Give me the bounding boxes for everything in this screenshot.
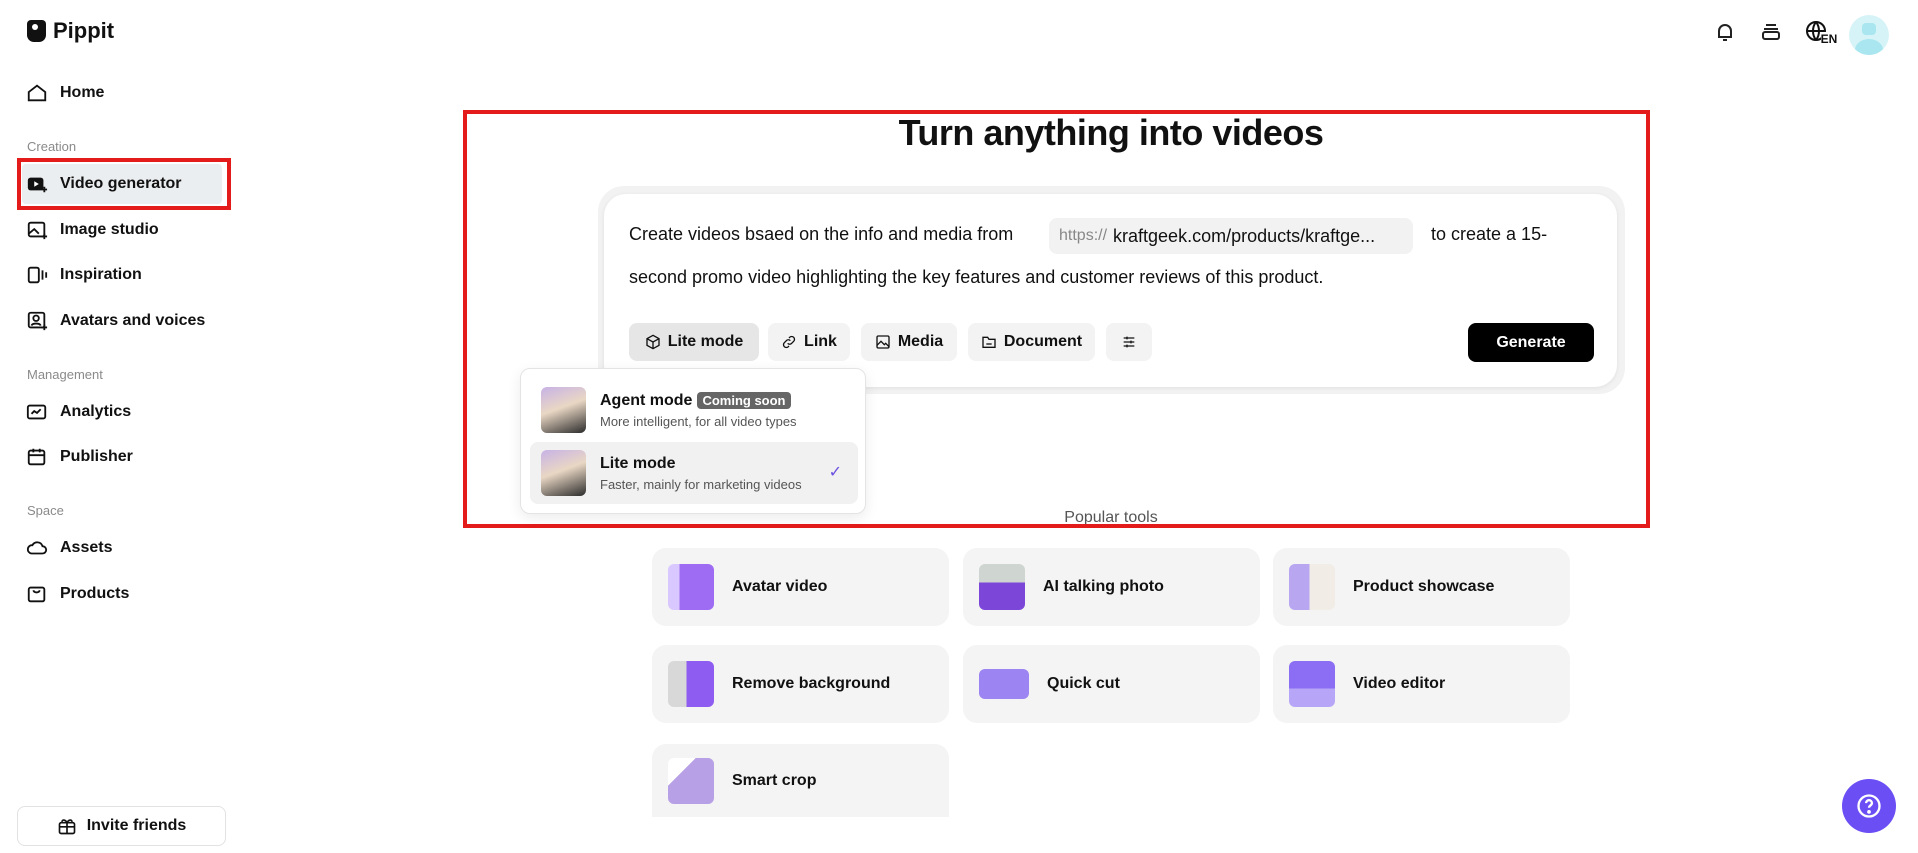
language-button[interactable]: EN — [1803, 18, 1839, 46]
agent-mode-thumbnail — [541, 387, 586, 433]
sidebar-item-publisher[interactable]: Publisher — [22, 437, 227, 477]
coming-soon-badge: Coming soon — [697, 392, 791, 409]
tool-ai-talking-photo[interactable]: AI talking photo — [963, 548, 1260, 626]
invite-friends-button[interactable]: Invite friends — [17, 806, 226, 846]
wallet-icon — [1762, 24, 1780, 40]
tool-smart-crop[interactable]: Smart crop — [652, 744, 949, 817]
sidebar-item-assets[interactable]: Assets — [22, 528, 227, 568]
mode-selector-button[interactable]: Lite mode — [629, 323, 759, 361]
link-icon — [782, 335, 796, 349]
home-icon — [27, 84, 47, 102]
cube-icon — [646, 334, 660, 350]
tool-product-showcase[interactable]: Product showcase — [1273, 548, 1570, 626]
video-generator-icon — [27, 177, 48, 193]
sidebar-item-products[interactable]: Products — [22, 574, 227, 614]
help-icon — [1857, 794, 1881, 818]
sidebar-item-home[interactable]: Home — [22, 73, 227, 113]
page-title: Turn anything into videos — [898, 112, 1324, 153]
prompt-text: second promo video highlighting the key … — [629, 267, 1324, 287]
cloud-icon — [26, 541, 48, 555]
sidebar-item-inspiration[interactable]: Inspiration — [22, 255, 227, 295]
sidebar-item-image-studio[interactable]: Image studio — [22, 210, 227, 250]
prompt-text: to create a 15- — [1431, 224, 1548, 244]
ai-talking-photo-icon — [979, 564, 1025, 610]
inspiration-icon — [27, 266, 48, 284]
bag-icon — [27, 586, 46, 603]
smart-crop-icon — [668, 757, 714, 804]
remove-background-icon — [668, 661, 714, 707]
help-button[interactable] — [1842, 779, 1896, 833]
notifications-button[interactable] — [1711, 18, 1739, 46]
logo-icon — [27, 20, 46, 42]
image-icon — [876, 335, 890, 349]
video-editor-icon — [1289, 661, 1335, 707]
tool-avatar-video[interactable]: Avatar video — [652, 548, 949, 626]
avatar-icon — [27, 311, 48, 331]
lite-mode-thumbnail — [541, 450, 586, 496]
media-button[interactable]: Media — [861, 323, 957, 361]
generate-button[interactable]: Generate — [1468, 323, 1594, 362]
bell-icon — [1718, 24, 1732, 41]
settings-button[interactable] — [1106, 323, 1152, 361]
document-button[interactable]: Document — [968, 323, 1095, 361]
popular-tools-title: Popular tools — [1064, 509, 1158, 524]
wallet-button[interactable] — [1757, 18, 1785, 46]
product-showcase-icon — [1289, 564, 1335, 610]
check-icon: ✓ — [828, 464, 842, 481]
tool-video-editor[interactable]: Video editor — [1273, 645, 1570, 723]
sidebar-item-avatars-and-voices[interactable]: Avatars and voices — [22, 301, 227, 341]
user-avatar[interactable] — [1849, 15, 1889, 55]
link-button[interactable]: Link — [768, 323, 850, 361]
sidebar-item-video-generator[interactable]: Video generator — [22, 164, 222, 204]
tool-quick-cut[interactable]: Quick cut — [963, 645, 1260, 723]
tool-remove-background[interactable]: Remove background — [652, 645, 949, 723]
folder-icon — [982, 336, 996, 348]
mode-dropdown: Agent mode Coming soon More intelligent, … — [520, 368, 866, 514]
analytics-icon — [26, 404, 47, 420]
prompt-text: Create videos bsaed on the info and medi… — [629, 224, 1014, 244]
section-management: Management — [27, 367, 103, 382]
url-chip[interactable]: https://kraftgeek.com/products/kraftge..… — [1049, 218, 1413, 254]
quick-cut-icon — [979, 669, 1029, 699]
pippit-logo[interactable]: Pippit — [27, 18, 114, 44]
image-studio-icon — [27, 221, 48, 240]
sliders-icon — [1123, 336, 1135, 348]
agent-mode-option[interactable]: Agent mode Coming soon More intelligent, … — [530, 379, 858, 441]
lite-mode-option[interactable]: Lite mode Faster, mainly for marketing v… — [530, 442, 858, 504]
gift-icon — [58, 819, 76, 835]
sidebar-item-analytics[interactable]: Analytics — [22, 392, 227, 432]
calendar-icon — [27, 448, 46, 466]
avatar-video-icon — [668, 564, 714, 610]
